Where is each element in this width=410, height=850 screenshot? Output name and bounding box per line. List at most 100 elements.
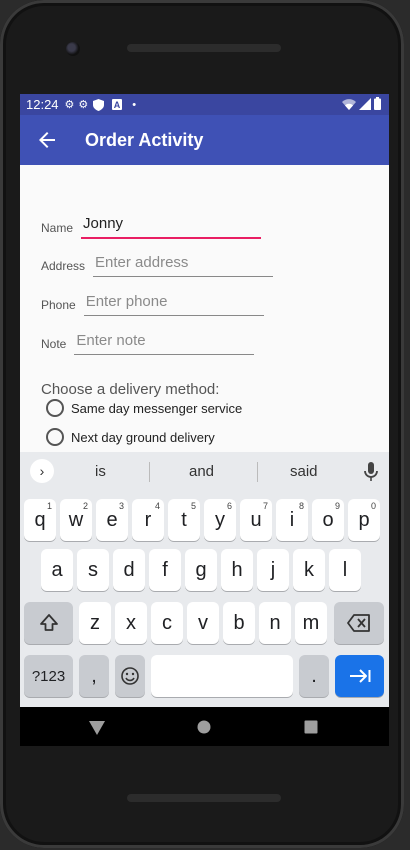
radio-circle[interactable] xyxy=(46,428,64,446)
key-hint: 7 xyxy=(262,501,268,511)
status-time: 12:24 xyxy=(26,97,59,112)
key-s[interactable]: s xyxy=(77,549,109,591)
dot-icon: • xyxy=(132,98,137,111)
key-label: p xyxy=(358,508,370,531)
suggestion-strip: › is and said xyxy=(20,452,389,492)
symbols-key[interactable]: ?123 xyxy=(24,655,73,697)
key-hint: 8 xyxy=(298,501,304,511)
name-input[interactable] xyxy=(81,215,262,239)
bottom-speaker xyxy=(127,794,281,802)
key-label: m xyxy=(302,611,320,634)
key-label: b xyxy=(233,611,245,634)
key-q[interactable]: q1 xyxy=(24,499,56,541)
key-a[interactable]: a xyxy=(41,549,73,591)
status-right xyxy=(342,97,381,110)
key-p[interactable]: p0 xyxy=(348,499,380,541)
note-input[interactable] xyxy=(74,332,255,355)
key-label: w xyxy=(68,508,84,531)
svg-text:A: A xyxy=(114,100,121,110)
key-hint: 2 xyxy=(82,501,88,511)
key-c[interactable]: c xyxy=(151,602,183,644)
phone-label: Phone xyxy=(41,298,76,312)
space-key[interactable] xyxy=(151,655,293,697)
key-j[interactable]: j xyxy=(257,549,289,591)
phone-frame: 12:24 ⚙ ⚙ A • Order Activity Name Add xyxy=(0,0,404,848)
key-label: r xyxy=(144,508,152,531)
key-i[interactable]: i8 xyxy=(276,499,308,541)
comma-key[interactable]: , xyxy=(79,655,109,697)
key-d[interactable]: d xyxy=(113,549,145,591)
next-key[interactable] xyxy=(335,655,384,697)
address-field: Address xyxy=(41,254,274,277)
home-circle-icon[interactable] xyxy=(197,720,211,734)
radio-circle[interactable] xyxy=(46,399,64,417)
key-b[interactable]: b xyxy=(223,602,255,644)
radio-same-day[interactable]: Same day messenger service xyxy=(46,399,242,417)
radio-next-day[interactable]: Next day ground delivery xyxy=(46,428,215,446)
emoji-key[interactable] xyxy=(115,655,145,697)
key-v[interactable]: v xyxy=(187,602,219,644)
key-x[interactable]: x xyxy=(115,602,147,644)
shift-icon xyxy=(39,614,58,631)
shift-key[interactable] xyxy=(24,602,73,644)
key-label: c xyxy=(162,611,172,634)
microphone-icon[interactable] xyxy=(363,461,379,483)
key-label: q xyxy=(34,508,46,531)
back-arrow-icon[interactable] xyxy=(35,128,59,152)
suggestion-1[interactable]: is xyxy=(95,463,106,480)
suggestion-divider xyxy=(257,462,258,482)
key-h[interactable]: h xyxy=(221,549,253,591)
back-triangle-icon[interactable] xyxy=(89,721,105,735)
backspace-key[interactable] xyxy=(334,602,384,644)
key-label: g xyxy=(195,558,207,581)
top-speaker xyxy=(127,44,281,52)
key-m[interactable]: m xyxy=(295,602,327,644)
soft-keyboard: › is and said q1w2e3r4t5y6u7i8o9p0 asdfg… xyxy=(20,452,389,707)
gear-icon: ⚙ xyxy=(78,99,89,111)
suggestion-3[interactable]: said xyxy=(290,463,318,480)
key-o[interactable]: o9 xyxy=(312,499,344,541)
key-n[interactable]: n xyxy=(259,602,291,644)
key-k[interactable]: k xyxy=(293,549,325,591)
key-l[interactable]: l xyxy=(329,549,361,591)
key-hint: 5 xyxy=(190,501,196,511)
key-label: u xyxy=(250,508,262,531)
name-label: Name xyxy=(41,221,74,235)
key-z[interactable]: z xyxy=(79,602,111,644)
key-label: t xyxy=(181,508,187,531)
key-e[interactable]: e3 xyxy=(96,499,128,541)
address-input[interactable] xyxy=(93,254,274,277)
name-field: Name xyxy=(41,215,262,239)
period-key[interactable]: . xyxy=(299,655,329,697)
page-title: Order Activity xyxy=(85,129,204,150)
signal-icon xyxy=(359,97,371,110)
key-hint: 1 xyxy=(46,501,52,511)
key-y[interactable]: y6 xyxy=(204,499,236,541)
front-camera xyxy=(66,42,80,56)
phone-input[interactable] xyxy=(83,293,264,316)
key-label: i xyxy=(289,508,295,531)
recents-square-icon[interactable] xyxy=(304,720,318,734)
key-hint: 4 xyxy=(154,501,160,511)
key-t[interactable]: t5 xyxy=(168,499,200,541)
delivery-prompt: Choose a delivery method: xyxy=(41,381,220,398)
key-label: a xyxy=(51,558,63,581)
key-g[interactable]: g xyxy=(185,549,217,591)
key-label: k xyxy=(304,558,314,581)
screen: 12:24 ⚙ ⚙ A • Order Activity Name Add xyxy=(20,94,389,746)
key-label: d xyxy=(123,558,135,581)
order-form: Name Address Phone Note Choose a deliver… xyxy=(20,165,389,452)
suggestion-2[interactable]: and xyxy=(189,463,214,480)
key-f[interactable]: f xyxy=(149,549,181,591)
suggestion-divider xyxy=(149,462,150,482)
key-hint: 3 xyxy=(118,501,124,511)
note-label: Note xyxy=(41,337,67,351)
key-r[interactable]: r4 xyxy=(132,499,164,541)
radio-next-day-label: Next day ground delivery xyxy=(71,429,215,445)
shield-icon xyxy=(93,98,105,111)
app-bar: Order Activity xyxy=(20,115,389,165)
address-label: Address xyxy=(41,259,86,273)
chevron-right-icon[interactable]: › xyxy=(30,459,54,483)
key-w[interactable]: w2 xyxy=(60,499,92,541)
key-u[interactable]: u7 xyxy=(240,499,272,541)
